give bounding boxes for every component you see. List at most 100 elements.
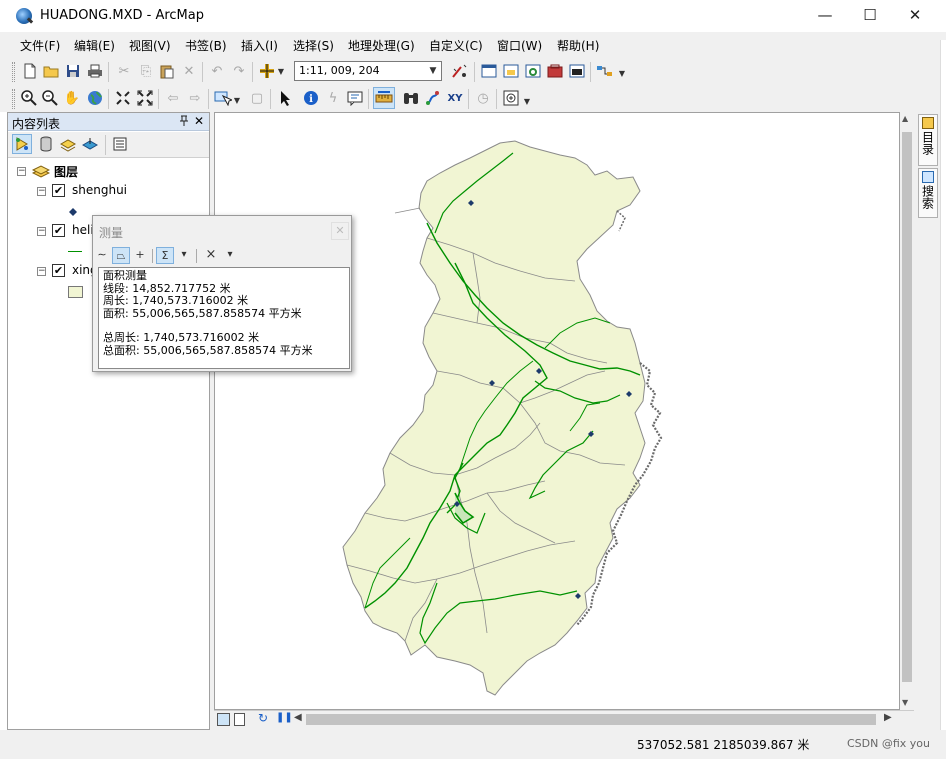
map-display[interactable] bbox=[214, 112, 900, 710]
menu-bookmarks[interactable]: 书签(B) bbox=[185, 37, 227, 54]
clear-selection-icon[interactable]: ▢ bbox=[247, 88, 267, 108]
toolbar-overflow-icon[interactable]: ▼ bbox=[617, 63, 627, 83]
go-forward-extent-icon[interactable]: ⇨ bbox=[185, 88, 205, 108]
delete-icon[interactable]: ✕ bbox=[179, 61, 199, 81]
new-document-icon[interactable] bbox=[20, 61, 40, 81]
toolbar-grip[interactable] bbox=[12, 62, 15, 82]
measure-tool-icon[interactable] bbox=[373, 87, 395, 109]
table-of-contents-window-icon[interactable] bbox=[479, 61, 499, 81]
catalog-tab[interactable]: 目录 bbox=[918, 114, 938, 166]
scroll-up-icon[interactable]: ▲ bbox=[902, 114, 908, 123]
toc-close-icon[interactable]: ✕ bbox=[194, 114, 204, 128]
menu-file[interactable]: 文件(F) bbox=[20, 37, 60, 54]
measurement-type-dropdown-icon[interactable]: ▾ bbox=[221, 247, 239, 264]
select-elements-arrow-icon[interactable] bbox=[275, 88, 295, 108]
show-total-sum-icon[interactable]: Σ bbox=[156, 247, 174, 264]
units-dropdown-icon[interactable]: ▾ bbox=[175, 247, 193, 264]
add-data-icon[interactable] bbox=[258, 61, 278, 81]
maximize-button[interactable]: ☐ bbox=[847, 0, 893, 32]
full-extent-globe-icon[interactable] bbox=[85, 88, 105, 108]
layer-name-heli[interactable]: heli bbox=[72, 223, 94, 237]
list-by-drawing-order-icon[interactable] bbox=[12, 134, 32, 154]
html-popup-icon[interactable] bbox=[345, 88, 365, 108]
print-icon[interactable] bbox=[85, 61, 105, 81]
layer-checkbox-shenghui[interactable]: ✔ bbox=[52, 184, 65, 197]
menu-edit[interactable]: 编辑(E) bbox=[74, 37, 115, 54]
layers-root-label[interactable]: 图层 bbox=[54, 163, 78, 180]
menu-customize[interactable]: 自定义(C) bbox=[429, 37, 483, 54]
chevron-down-icon[interactable]: ▼ bbox=[425, 62, 441, 80]
menu-windows[interactable]: 窗口(W) bbox=[497, 37, 542, 54]
vertical-scroll-thumb[interactable] bbox=[902, 132, 912, 682]
create-viewer-window-icon[interactable] bbox=[501, 88, 521, 108]
python-window-icon[interactable] bbox=[567, 61, 587, 81]
list-by-source-icon[interactable] bbox=[36, 134, 56, 154]
layer-checkbox-heli[interactable]: ✔ bbox=[52, 224, 65, 237]
go-back-extent-icon[interactable]: ⇦ bbox=[163, 88, 183, 108]
layer-expander-shenghui[interactable]: − bbox=[37, 187, 46, 196]
toolbar-overflow-icon[interactable]: ▼ bbox=[522, 91, 532, 111]
menu-view[interactable]: 视图(V) bbox=[129, 37, 171, 54]
zoom-in-icon[interactable] bbox=[19, 88, 39, 108]
zoom-out-icon[interactable] bbox=[40, 88, 60, 108]
time-slider-icon[interactable]: ◷ bbox=[473, 88, 493, 108]
find-binoculars-icon[interactable] bbox=[401, 88, 421, 108]
map-canvas[interactable] bbox=[215, 113, 899, 709]
layer-expander-heli[interactable]: − bbox=[37, 227, 46, 236]
clear-results-icon[interactable]: × bbox=[202, 247, 220, 264]
measure-line-icon[interactable]: ∼ bbox=[93, 247, 111, 264]
fixed-zoom-out-icon[interactable] bbox=[135, 88, 155, 108]
standard-toolbar: ✂ ⎘ ✕ ↶ ↷ ▼ 1:11, 009, 204 ▼ ▼ bbox=[0, 58, 940, 86]
arctoolbox-icon[interactable] bbox=[545, 61, 565, 81]
minimize-button[interactable]: — bbox=[802, 0, 848, 32]
select-dropdown-icon[interactable]: ▼ bbox=[232, 90, 242, 110]
modelbuilder-icon[interactable] bbox=[595, 61, 615, 81]
layer-name-shenghui[interactable]: shenghui bbox=[72, 183, 127, 197]
map-vertical-scrollbar[interactable]: ▲ ▼ bbox=[900, 112, 914, 710]
menu-help[interactable]: 帮助(H) bbox=[557, 37, 599, 54]
find-route-icon[interactable] bbox=[423, 88, 443, 108]
close-window-button[interactable]: ✕ bbox=[892, 0, 938, 32]
layer-expander-xing[interactable]: − bbox=[37, 267, 46, 276]
menu-insert[interactable]: 插入(I) bbox=[241, 37, 278, 54]
redo-icon[interactable]: ↷ bbox=[229, 61, 249, 81]
hyperlink-icon[interactable]: ϟ bbox=[323, 88, 343, 108]
menu-geoprocessing[interactable]: 地理处理(G) bbox=[348, 37, 415, 54]
pause-drawing-icon[interactable]: ❚❚ bbox=[276, 712, 293, 723]
data-view-icon[interactable] bbox=[217, 713, 230, 726]
paste-icon[interactable] bbox=[157, 61, 177, 81]
undo-icon[interactable]: ↶ bbox=[207, 61, 227, 81]
fixed-zoom-in-icon[interactable] bbox=[113, 88, 133, 108]
collapse-layers-toggle[interactable]: − bbox=[17, 167, 26, 176]
cut-icon[interactable]: ✂ bbox=[114, 61, 134, 81]
layout-view-icon[interactable] bbox=[234, 713, 245, 726]
search-window-icon[interactable] bbox=[523, 61, 543, 81]
refresh-icon[interactable]: ↻ bbox=[258, 711, 268, 725]
measure-feature-icon[interactable]: + bbox=[131, 247, 149, 264]
catalog-window-icon[interactable] bbox=[501, 61, 521, 81]
add-data-dropdown-icon[interactable]: ▼ bbox=[276, 61, 286, 81]
scroll-right-icon[interactable]: ▶ bbox=[884, 712, 892, 723]
menu-selection[interactable]: 选择(S) bbox=[293, 37, 334, 54]
list-by-visibility-icon[interactable] bbox=[58, 134, 78, 154]
measure-close-button[interactable]: ✕ bbox=[331, 222, 349, 240]
layer-checkbox-xing[interactable]: ✔ bbox=[52, 264, 65, 277]
pin-icon[interactable] bbox=[179, 115, 189, 130]
scroll-left-icon[interactable]: ◀ bbox=[294, 712, 302, 723]
identify-icon[interactable]: i bbox=[301, 88, 321, 108]
toc-options-icon[interactable] bbox=[110, 134, 130, 154]
save-icon[interactable] bbox=[63, 61, 83, 81]
editor-toolbar-icon[interactable] bbox=[450, 61, 470, 81]
horizontal-scroll-thumb[interactable] bbox=[306, 714, 876, 725]
scroll-down-icon[interactable]: ▼ bbox=[902, 698, 908, 707]
copy-icon[interactable]: ⎘ bbox=[136, 61, 156, 81]
search-tab[interactable]: 搜索 bbox=[918, 168, 938, 218]
map-scale-combobox[interactable]: 1:11, 009, 204 ▼ bbox=[294, 61, 442, 81]
go-to-xy-icon[interactable]: XY bbox=[445, 88, 465, 108]
open-folder-icon[interactable] bbox=[41, 61, 61, 81]
select-features-icon[interactable] bbox=[213, 88, 233, 108]
measure-area-icon[interactable]: ⏢ bbox=[112, 247, 130, 264]
pan-hand-icon[interactable]: ✋ bbox=[62, 88, 82, 108]
list-by-selection-icon[interactable] bbox=[80, 134, 100, 154]
toolbar-grip[interactable] bbox=[12, 89, 15, 109]
